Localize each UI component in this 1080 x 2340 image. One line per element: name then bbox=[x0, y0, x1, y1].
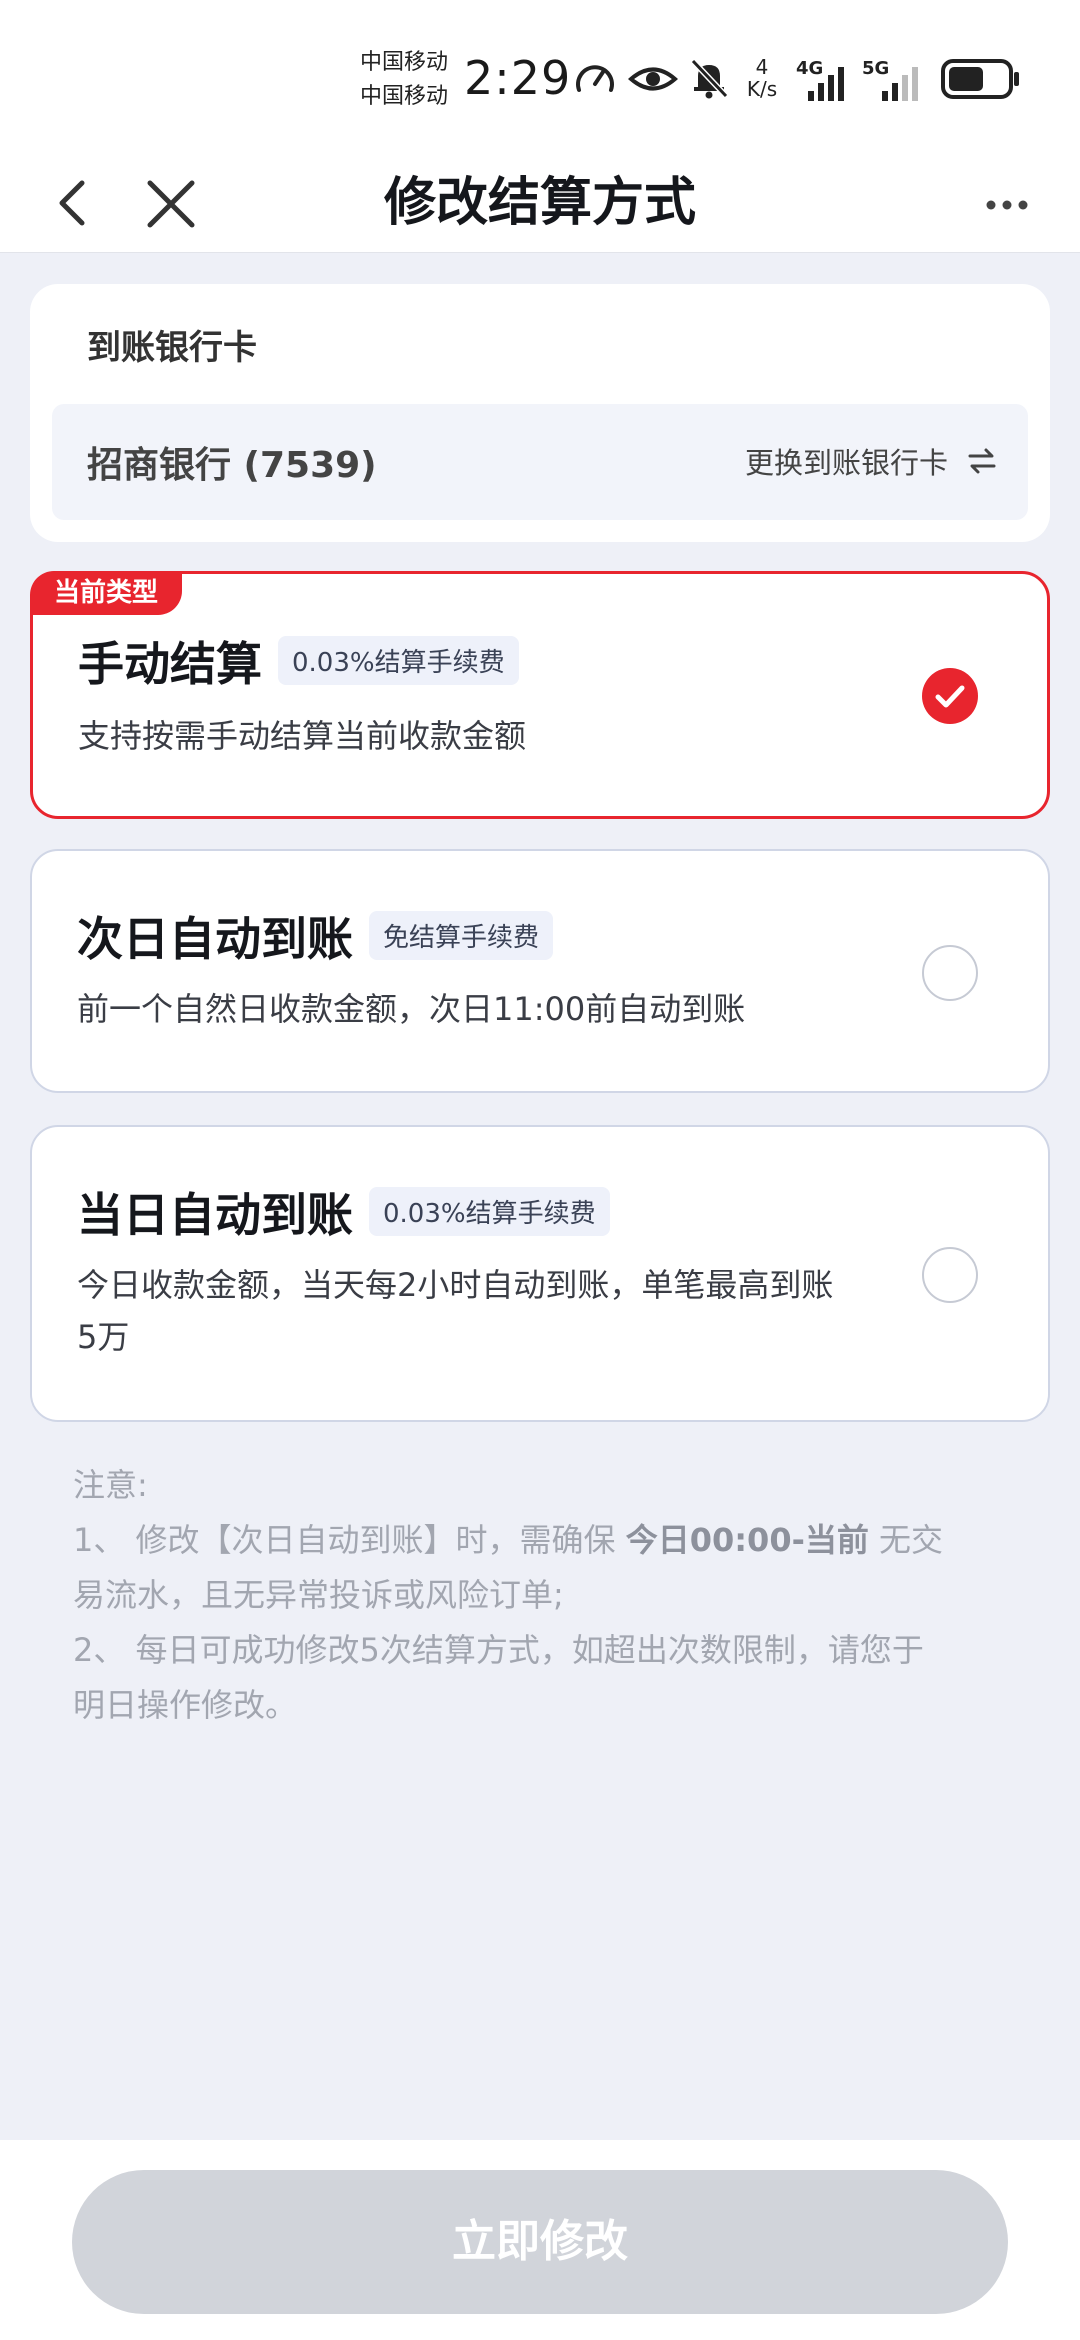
note-item-1: 1、 修改【次日自动到账】时，需确保 今日00:00-当前 无交 bbox=[73, 1513, 1013, 1568]
fee-tag: 免结算手续费 bbox=[369, 911, 554, 960]
more-icon bbox=[986, 200, 1028, 210]
option-next-day-auto[interactable]: 次日自动到账 免结算手续费 前一个自然日收款金额，次日11:00前自动到账 bbox=[30, 849, 1050, 1093]
submit-button[interactable]: 立即修改 bbox=[72, 2170, 1008, 2314]
status-bar: 中国移动 中国移动 2:29 4 K/s 4G 5G bbox=[0, 0, 1080, 155]
note-item-1-line-2: 易流水，且无异常投诉或风险订单; bbox=[73, 1576, 564, 1614]
change-bank-card-label: 更换到账银行卡 bbox=[744, 446, 948, 480]
bank-card-section: 到账银行卡 招商银行 (7539) 更换到账银行卡 bbox=[30, 284, 1050, 542]
note-1-bold: 今日00:00-当前 bbox=[625, 1521, 869, 1559]
radio-checked[interactable] bbox=[922, 668, 978, 724]
bank-card-row[interactable]: 招商银行 (7539) 更换到账银行卡 bbox=[52, 404, 1028, 520]
net-speed-unit: K/s bbox=[746, 77, 778, 101]
battery-icon bbox=[941, 59, 1019, 99]
more-button[interactable] bbox=[975, 163, 1045, 243]
option-desc-line-2: 5万 bbox=[77, 1318, 130, 1356]
change-bank-card-button[interactable]: 更换到账银行卡 bbox=[745, 440, 998, 482]
option-title: 手动结算 bbox=[78, 637, 262, 691]
option-title: 当日自动到账 bbox=[77, 1188, 353, 1242]
close-icon bbox=[147, 180, 195, 228]
signal-icon bbox=[808, 67, 844, 101]
page: 中国移动 中国移动 2:29 4 K/s 4G 5G 修改结算方式 到账银行卡 … bbox=[0, 0, 1080, 2340]
radio-unchecked[interactable] bbox=[922, 1247, 978, 1303]
carrier-labels: 中国移动 中国移动 bbox=[360, 46, 448, 114]
status-time: 2:29 bbox=[464, 51, 572, 105]
radio-unchecked[interactable] bbox=[922, 945, 978, 1001]
note-1-text-a: 1、 修改【次日自动到账】时，需确保 bbox=[73, 1521, 626, 1559]
net-speed: 4 K/s bbox=[740, 56, 784, 100]
back-button[interactable] bbox=[40, 163, 110, 243]
option-desc-line-1: 今日收款金额，当天每2小时自动到账，单笔最高到账 bbox=[77, 1266, 834, 1304]
eye-icon bbox=[628, 67, 678, 91]
signal-icon-2 bbox=[882, 67, 918, 101]
bank-card-name: 招商银行 (7539) bbox=[87, 445, 377, 486]
close-button[interactable] bbox=[136, 163, 206, 243]
bell-muted-icon bbox=[690, 58, 729, 99]
speedometer-icon bbox=[576, 65, 614, 92]
top-bar: 中国移动 中国移动 2:29 4 K/s 4G 5G 修改结算方式 bbox=[0, 0, 1080, 253]
bank-label: 到账银行卡 bbox=[87, 328, 257, 368]
swap-icon bbox=[968, 448, 996, 474]
current-type-badge: 当前类型 bbox=[30, 571, 183, 615]
option-desc: 支持按需手动结算当前收款金额 bbox=[78, 717, 527, 755]
header: 修改结算方式 bbox=[0, 155, 1080, 253]
notes-section: 注意: 1、 修改【次日自动到账】时，需确保 今日00:00-当前 无交 易流水… bbox=[73, 1458, 1013, 1733]
option-manual-settlement[interactable]: 当前类型 手动结算 0.03%结算手续费 支持按需手动结算当前收款金额 bbox=[30, 571, 1050, 819]
net-speed-value: 4 bbox=[755, 55, 769, 79]
carrier-2: 中国移动 bbox=[360, 84, 449, 109]
check-icon bbox=[935, 685, 965, 708]
option-desc: 前一个自然日收款金额，次日11:00前自动到账 bbox=[77, 990, 746, 1028]
fee-tag: 0.03%结算手续费 bbox=[369, 1187, 610, 1236]
bottom-bar: 立即修改 bbox=[0, 2140, 1080, 2340]
fee-tag: 0.03%结算手续费 bbox=[278, 636, 519, 685]
option-same-day-auto[interactable]: 当日自动到账 0.03%结算手续费 今日收款金额，当天每2小时自动到账，单笔最高… bbox=[30, 1125, 1050, 1422]
note-1-text-b: 无交 bbox=[868, 1521, 944, 1559]
option-title: 次日自动到账 bbox=[77, 912, 353, 966]
note-item-2-line-2: 明日操作修改。 bbox=[73, 1686, 298, 1724]
chevron-left-icon bbox=[59, 180, 85, 226]
note-item-2: 2、 每日可成功修改5次结算方式，如超出次数限制，请您于 bbox=[73, 1631, 924, 1669]
page-title: 修改结算方式 bbox=[383, 173, 696, 233]
carrier-1: 中国移动 bbox=[360, 50, 449, 75]
notes-heading: 注意: bbox=[73, 1466, 148, 1504]
